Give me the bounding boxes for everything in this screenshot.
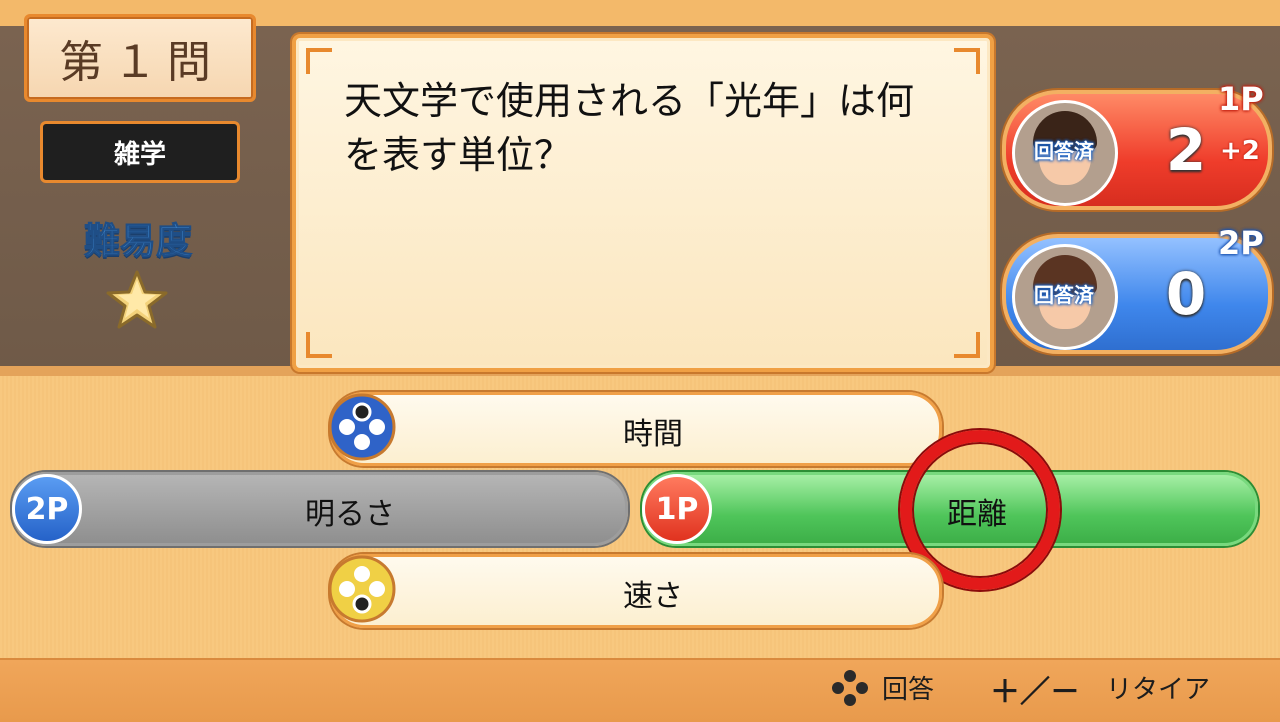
player-2-score: 0 [1165, 260, 1207, 328]
footer-bar [0, 658, 1280, 722]
button-cluster-bottom-icon [328, 555, 396, 623]
difficulty-star-icon [106, 270, 168, 329]
player-1-tag: 1P [1218, 80, 1264, 118]
answer-hint: 回答 [882, 675, 935, 705]
plus-minus-hint: ＋／－ [990, 675, 1080, 710]
corner-decoration [954, 332, 980, 358]
answer-label: 時間 [623, 417, 683, 452]
answer-label: 速さ [623, 579, 683, 614]
corner-decoration [306, 48, 332, 74]
question-text-line: 天文学で使用される「光年」は何 [344, 79, 915, 123]
face-buttons-icon [832, 670, 868, 706]
player-2-tag: 2P [1218, 224, 1264, 262]
question-text: 天文学で使用される「光年」は何 を表す単位？ [344, 74, 954, 182]
player-1-score-delta: +2 [1220, 136, 1260, 166]
corner-decoration [306, 332, 332, 358]
corner-decoration [954, 48, 980, 74]
player-1-answered-status: 回答済 [1034, 139, 1094, 163]
category-badge: 雑学 [40, 121, 240, 183]
question-text-line: を表す単位？ [344, 133, 573, 177]
answer-label: 明るさ [305, 497, 395, 532]
answer-option-left[interactable]: 2P 明るさ [12, 472, 628, 546]
difficulty-label: 難易度 [83, 221, 192, 263]
retire-button[interactable]: リタイア [1106, 669, 1210, 706]
button-cluster-top-icon [328, 393, 396, 461]
player-1-choice-badge: 1P [642, 474, 712, 544]
player-1-score: 2 [1165, 116, 1207, 184]
answer-option-top[interactable]: 時間 [328, 392, 942, 466]
player-2-answered-status: 回答済 [1034, 283, 1094, 307]
question-number: 第１問 [24, 14, 256, 102]
player-2-choice-badge: 2P [12, 474, 82, 544]
answer-option-bottom[interactable]: 速さ [328, 554, 942, 628]
question-panel: 天文学で使用される「光年」は何 を表す単位？ [292, 34, 994, 372]
